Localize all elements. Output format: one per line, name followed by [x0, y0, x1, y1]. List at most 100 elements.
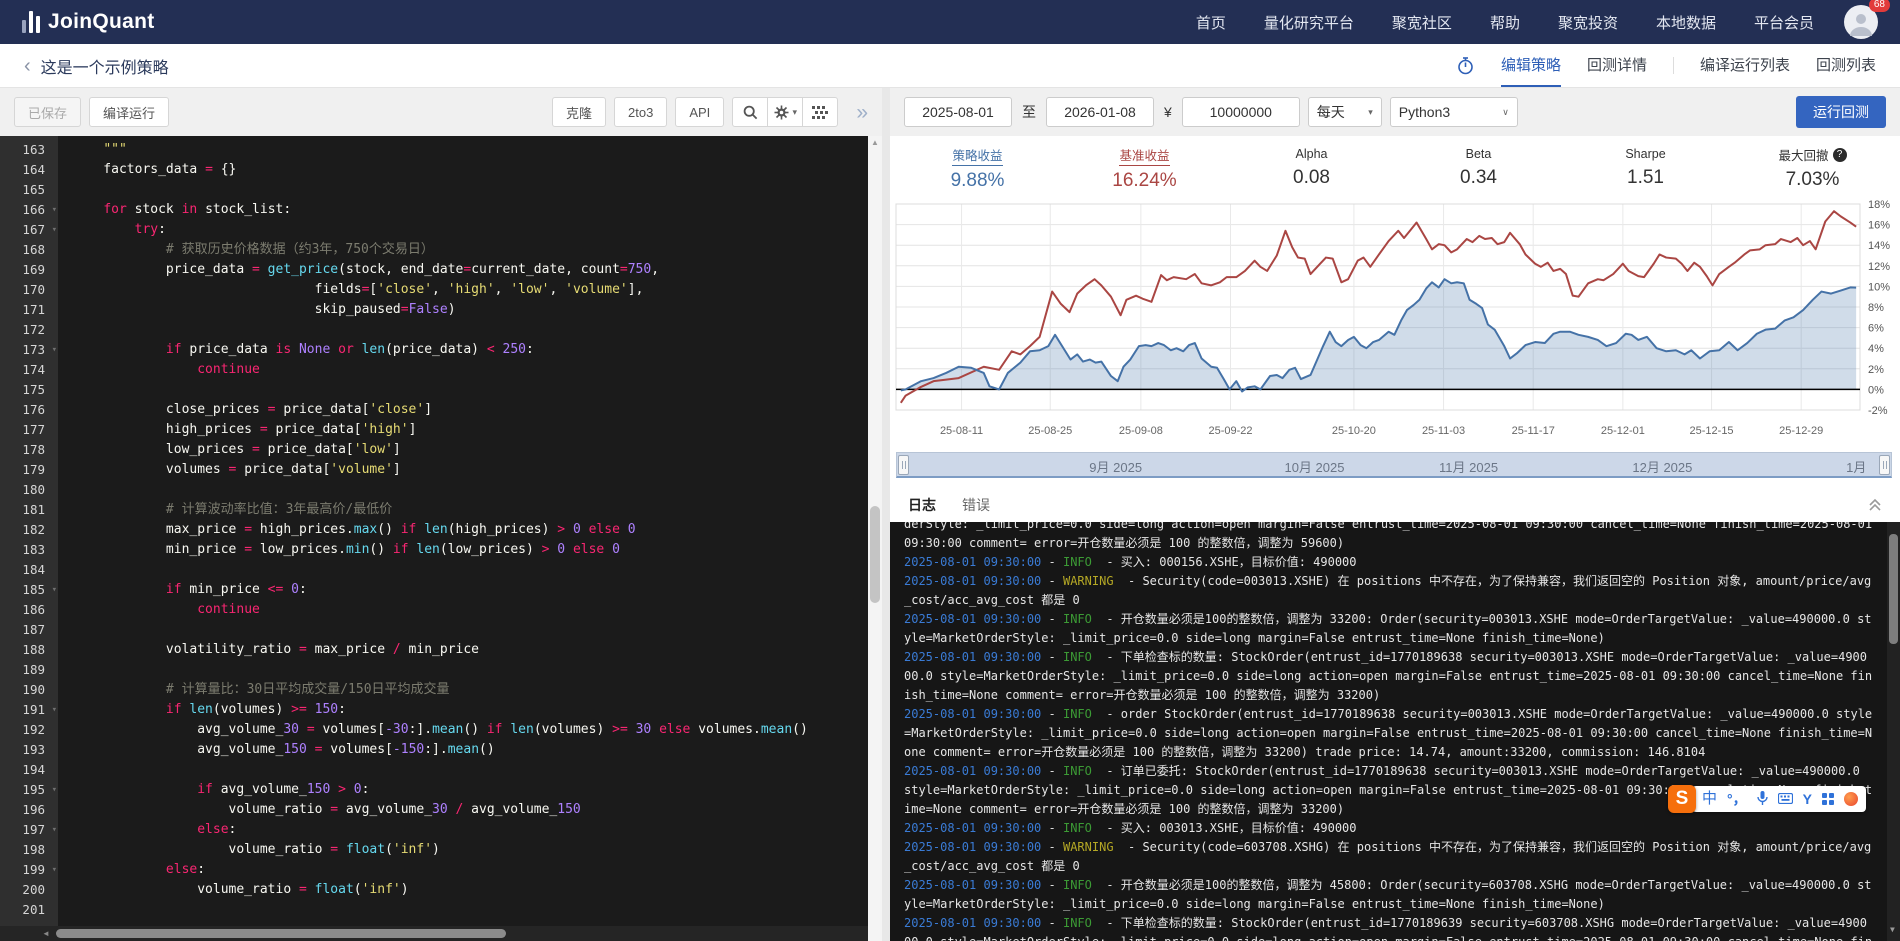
brand-logo[interactable]: JoinQuant: [22, 11, 155, 33]
ime-chinese-mode-icon[interactable]: 中: [1702, 791, 1717, 806]
search-button[interactable]: [732, 97, 768, 127]
fold-marker-icon[interactable]: ▾: [52, 860, 57, 880]
skin-icon[interactable]: Y: [1803, 792, 1812, 806]
code-text: min_price = low_prices.min() if len(low_…: [72, 540, 620, 560]
date-to-label: 至: [1020, 102, 1038, 122]
nav-item-4[interactable]: 帮助: [1490, 12, 1520, 33]
line-number: 190: [0, 680, 58, 700]
log-scroll-thumb[interactable]: [1889, 534, 1898, 644]
line-number: 191▾: [0, 700, 58, 720]
code-text: # 计算波动率比值：3年最高价/最低价: [72, 500, 392, 520]
hscroll-thumb[interactable]: [56, 929, 506, 938]
metric-label-text[interactable]: 基准收益: [1119, 145, 1169, 166]
scroll-up-icon[interactable]: ▲: [871, 138, 879, 147]
fold-marker-icon[interactable]: ▾: [52, 580, 57, 600]
vscroll-thumb[interactable]: [870, 506, 880, 603]
collapse-log-icon[interactable]: [1868, 498, 1882, 512]
code-line: 200 volume_ratio = float('inf'): [0, 880, 882, 900]
code-text: volume_ratio = avg_volume_30 / avg_volum…: [72, 800, 581, 820]
fold-marker-icon[interactable]: ▾: [52, 780, 57, 800]
settings-button[interactable]: ▾: [767, 97, 803, 127]
avatar[interactable]: 68: [1844, 5, 1878, 39]
code-text: else:: [72, 860, 205, 880]
code-lines[interactable]: 163 """164 factors_data = {}165166▾ for …: [0, 136, 882, 920]
code-line: 181 # 计算波动率比值：3年最高价/最低价: [0, 500, 882, 520]
navigator-selected-range[interactable]: [897, 453, 1891, 476]
line-number: 169: [0, 260, 58, 280]
keyboard-grid-icon: [812, 106, 828, 119]
nav-item-5[interactable]: 聚宽投资: [1558, 12, 1618, 33]
clone-button[interactable]: 克隆: [552, 97, 606, 127]
code-line: 195▾ if avg_volume_150 > 0:: [0, 780, 882, 800]
nav-item-3[interactable]: 聚宽社区: [1392, 12, 1452, 33]
saved-button[interactable]: 已保存: [14, 97, 81, 127]
frequency-select[interactable]: 每天 ▾: [1308, 97, 1382, 127]
ime-logo-icon[interactable]: S: [1668, 785, 1696, 813]
shortcut-grid-button[interactable]: [802, 97, 838, 127]
scroll-down-icon[interactable]: ▼: [1890, 920, 1895, 939]
fold-marker-icon[interactable]: ▾: [52, 700, 57, 720]
log-scrollbar[interactable]: ▼: [1887, 522, 1900, 941]
start-date-input[interactable]: [904, 97, 1012, 127]
navigator-left-handle[interactable]: [898, 455, 909, 475]
fold-marker-icon[interactable]: ▾: [52, 220, 57, 240]
fold-marker-icon[interactable]: ▾: [52, 820, 57, 840]
tab-3[interactable]: 编译运行列表: [1700, 44, 1790, 87]
svg-text:2%: 2%: [1868, 364, 1884, 376]
nav-item-6[interactable]: 本地数据: [1656, 12, 1716, 33]
editor-vertical-scrollbar[interactable]: ▲: [868, 136, 882, 941]
nav-item-1[interactable]: 首页: [1196, 12, 1226, 33]
help-icon[interactable]: ?: [1833, 148, 1847, 162]
end-date-input[interactable]: [1046, 97, 1154, 127]
tab-2[interactable]: 回测详情: [1587, 44, 1647, 87]
editor-horizontal-scrollbar[interactable]: ◄: [0, 926, 868, 941]
log-output[interactable]: derStyle: _limit_price=0.0 side=long act…: [890, 522, 1900, 941]
ime-punctuation-icon[interactable]: °，: [1727, 792, 1747, 806]
editor-toolbar: 已保存 编译运行 克隆 2to3 API: [0, 88, 882, 136]
code-line: 193 avg_volume_150 = volumes[-150:].mean…: [0, 740, 882, 760]
line-number: 176: [0, 400, 58, 420]
navigator-right-handle[interactable]: [1879, 455, 1890, 475]
chevron-down-icon: ▾: [1368, 107, 1373, 118]
line-number: 168: [0, 240, 58, 260]
log-tab-2[interactable]: 错误: [962, 495, 990, 515]
code-line: 175: [0, 380, 882, 400]
2to3-button[interactable]: 2to3: [614, 97, 667, 127]
expand-panel-icon[interactable]: »: [856, 102, 868, 123]
notification-badge[interactable]: 68: [1869, 0, 1890, 12]
nav-item-7[interactable]: 平台会员: [1754, 12, 1814, 33]
code-editor[interactable]: 163 """164 factors_data = {}165166▾ for …: [0, 136, 882, 941]
nav-item-2[interactable]: 量化研究平台: [1264, 12, 1354, 33]
run-backtest-button[interactable]: 运行回测: [1796, 96, 1886, 128]
code-text: if len(volumes) >= 150:: [72, 700, 346, 720]
search-icon: [743, 105, 758, 120]
code-text: else:: [72, 820, 236, 840]
code-text: # 获取历史价格数据（约3年，750个交易日）: [72, 240, 434, 260]
ime-emoji-icon[interactable]: [1844, 792, 1858, 806]
back-chevron-icon[interactable]: ‹: [24, 56, 31, 76]
code-text: volatility_ratio = max_price / min_price: [72, 640, 479, 660]
code-text: try:: [72, 220, 166, 240]
api-button[interactable]: API: [675, 97, 724, 127]
fold-marker-icon[interactable]: ▾: [52, 340, 57, 360]
code-line: 194: [0, 760, 882, 780]
language-select[interactable]: Python3 ∨: [1390, 97, 1518, 127]
metric-label-text[interactable]: 策略收益: [952, 145, 1002, 166]
line-number: 166▾: [0, 200, 58, 220]
keyboard-icon[interactable]: [1778, 793, 1793, 804]
line-number: 201: [0, 900, 58, 920]
toolbox-grid-icon[interactable]: [1822, 793, 1834, 805]
microphone-icon[interactable]: [1757, 791, 1768, 806]
tab-4[interactable]: 回测列表: [1816, 44, 1876, 87]
scroll-left-icon[interactable]: ◄: [42, 929, 50, 938]
code-text: for stock in stock_list:: [72, 200, 291, 220]
tab-1[interactable]: 编辑策略: [1501, 44, 1561, 87]
svg-text:-2%: -2%: [1868, 405, 1888, 417]
log-line: 2025-08-01 09:30:00 - INFO - order Stock…: [904, 705, 1874, 762]
log-tab-1[interactable]: 日志: [908, 495, 936, 515]
fold-marker-icon[interactable]: ▾: [52, 200, 57, 220]
capital-input[interactable]: [1182, 97, 1300, 127]
timer-icon[interactable]: [1456, 44, 1475, 87]
compile-run-button[interactable]: 编译运行: [89, 97, 169, 127]
metric-label: Beta: [1466, 147, 1492, 161]
